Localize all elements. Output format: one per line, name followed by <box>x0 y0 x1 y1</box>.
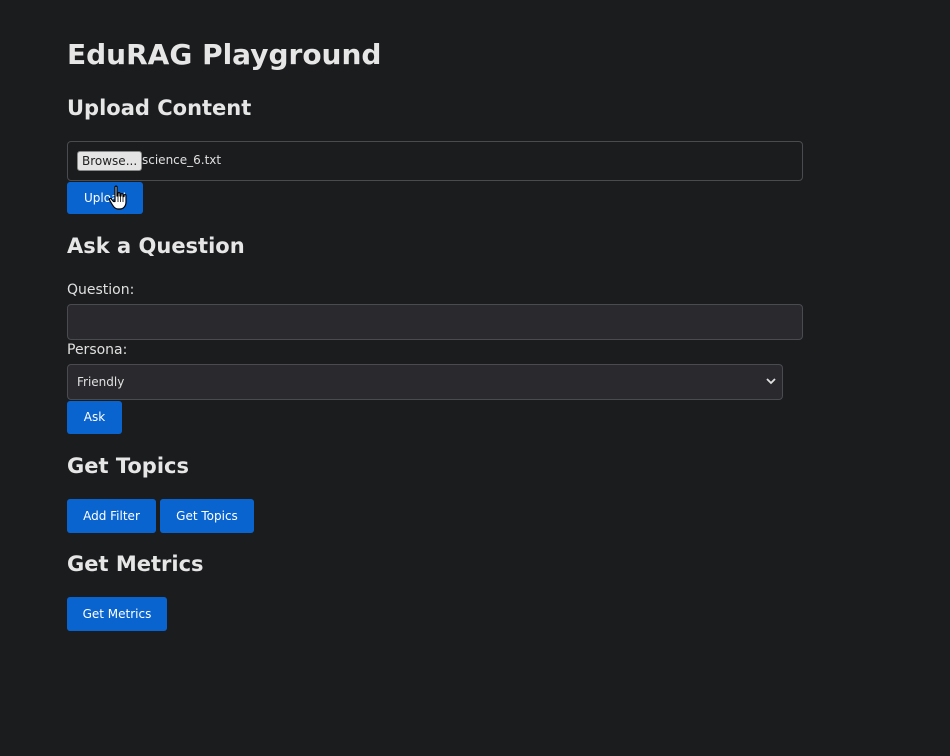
question-label: Question: <box>67 282 135 298</box>
browse-button-label: Browse... <box>82 154 138 168</box>
upload-button[interactable]: Upload <box>67 182 143 214</box>
chevron-down-icon <box>766 378 776 385</box>
persona-label: Persona: <box>67 342 128 358</box>
selected-file-name: science_6.txt <box>142 153 222 167</box>
topics-heading: Get Topics <box>67 454 189 478</box>
persona-selected-value: Friendly <box>77 375 125 389</box>
metrics-heading: Get Metrics <box>67 552 204 576</box>
page-title: EduRAG Playground <box>67 38 382 71</box>
ask-button[interactable]: Ask <box>67 401 122 434</box>
get-metrics-button[interactable]: Get Metrics <box>67 597 167 631</box>
ask-heading: Ask a Question <box>67 234 245 258</box>
upload-heading: Upload Content <box>67 96 252 120</box>
question-input[interactable] <box>67 304 803 340</box>
persona-select[interactable]: Friendly <box>67 364 783 400</box>
hand-pointer-icon <box>108 185 127 210</box>
get-topics-button[interactable]: Get Topics <box>160 499 254 533</box>
add-filter-button[interactable]: Add Filter <box>67 499 156 533</box>
browse-button[interactable]: Browse... <box>77 151 143 171</box>
file-input[interactable]: Browse... science_6.txt <box>67 141 803 181</box>
